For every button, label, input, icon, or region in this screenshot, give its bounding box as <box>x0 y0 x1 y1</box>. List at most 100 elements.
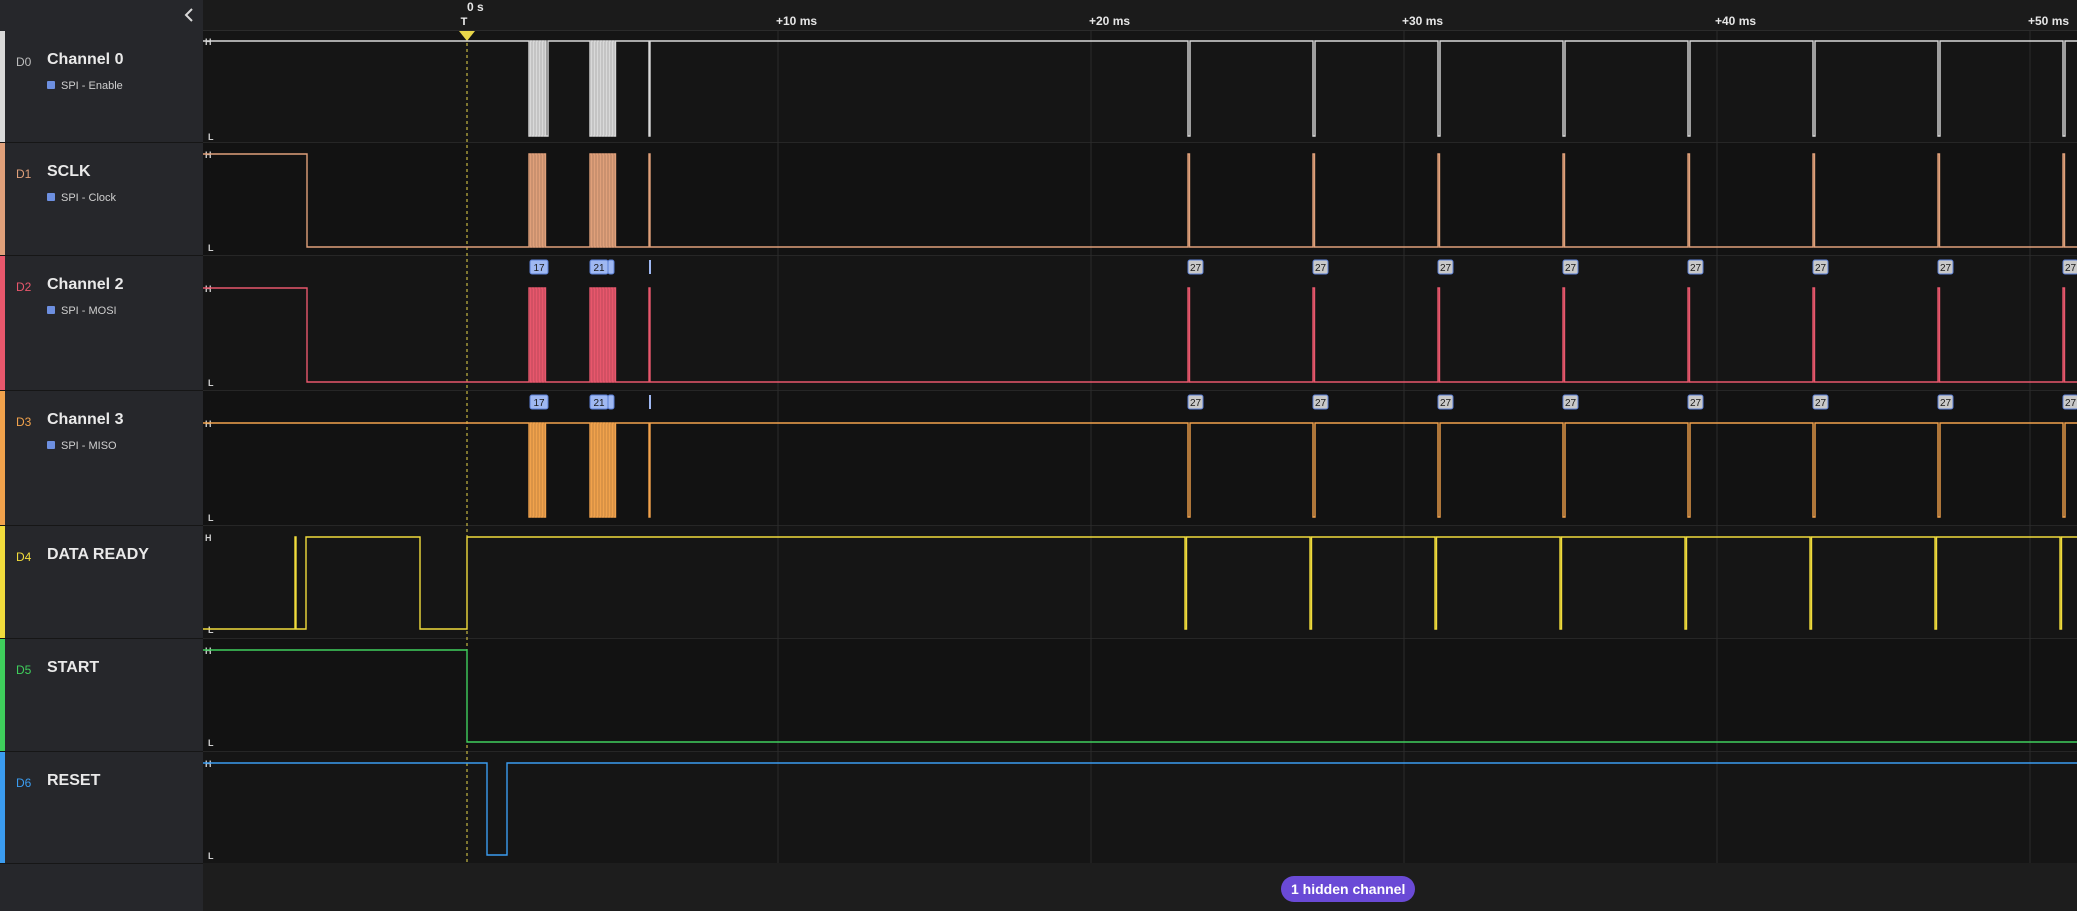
level-high-label: H <box>205 150 212 160</box>
decoded-frame-value: 27 <box>1815 398 1827 409</box>
channel-tag: D2 <box>16 280 32 294</box>
analyzer-text: SPI - Enable <box>61 80 123 92</box>
decoded-frame-value: 27 <box>1440 263 1452 274</box>
decoded-frame-badge <box>607 394 615 410</box>
collapse-sidebar-button[interactable] <box>176 2 202 28</box>
trigger-marker[interactable]: T <box>457 14 471 28</box>
decoded-frame-value: 21 <box>593 263 605 274</box>
waveform-area[interactable]: H L H L H L H L H L H L H L 17 21 27 27 27 27 27 27 27 27 17 21 27… <box>203 31 2077 864</box>
level-high-label: H <box>205 759 212 769</box>
level-low-label: L <box>208 851 214 861</box>
analyzer-color-icon <box>47 193 55 201</box>
channel-name[interactable]: RESET <box>47 772 100 790</box>
channel-name[interactable]: Channel 3 <box>47 411 123 429</box>
time-ruler-svg: 0 s +10 ms +20 ms +30 ms +40 ms +50 ms T <box>203 0 2077 31</box>
channel-lane-3 <box>203 391 2077 526</box>
level-high-label: H <box>205 533 212 543</box>
decoded-frame-value: 27 <box>1315 263 1327 274</box>
channel-color-bar <box>0 143 5 255</box>
waveform-svg: HLHLHLHLHLHLHL17 21 27 27 27 27 27 27 27 2717 21 27… <box>203 31 2077 864</box>
channel-color-bar <box>0 31 5 142</box>
channel-name[interactable]: Channel 0 <box>47 51 123 69</box>
decoded-frame-value: 27 <box>1815 263 1827 274</box>
channel-color-bar <box>0 639 5 751</box>
channel-row-3[interactable]: D3 Channel 3 SPI - MISO <box>0 391 203 526</box>
analyzer-text: SPI - Clock <box>61 192 117 204</box>
channel-row-4[interactable]: D4 DATA READY <box>0 526 203 639</box>
channel-lane-5 <box>203 639 2077 752</box>
channel-lane-2 <box>203 256 2077 391</box>
channel-tag: D5 <box>16 663 32 677</box>
decoded-frame-value: 27 <box>1940 398 1952 409</box>
channel-tag: D0 <box>16 55 32 69</box>
decoded-frame-value: 27 <box>1940 263 1952 274</box>
channel-color-bar <box>0 526 5 638</box>
analyzer-text: SPI - MOSI <box>61 305 117 317</box>
channel-tag: D6 <box>16 776 32 790</box>
channel-row-5[interactable]: D5 START <box>0 639 203 752</box>
decoded-frame-value: 27 <box>1440 398 1452 409</box>
level-low-label: L <box>208 243 214 253</box>
channel-name[interactable]: SCLK <box>47 163 91 181</box>
decoded-frame-value: 27 <box>1690 398 1702 409</box>
level-high-label: H <box>205 646 212 656</box>
decoded-frame-marker <box>649 395 651 409</box>
decoded-frame-badge <box>607 259 615 275</box>
channel-lane-0 <box>203 31 2077 143</box>
channel-row-2[interactable]: D2 Channel 2 SPI - MOSI <box>0 256 203 391</box>
ruler-label-10ms: +10 ms <box>776 14 817 28</box>
analyzer-color-icon <box>47 306 55 314</box>
channel-lane-6 <box>203 752 2077 864</box>
analyzer-text: SPI - MISO <box>61 440 117 452</box>
ruler-label-40ms: +40 ms <box>1715 14 1756 28</box>
chevron-left-icon <box>184 8 193 22</box>
ruler-label-50ms: +50 ms <box>2028 14 2069 28</box>
channel-lane-4 <box>203 526 2077 639</box>
channel-color-bar <box>0 256 5 390</box>
decoded-frame-value: 27 <box>1190 263 1202 274</box>
channel-tag: D3 <box>16 415 32 429</box>
channel-name[interactable]: Channel 2 <box>47 276 123 294</box>
time-ruler[interactable]: 0 s +10 ms +20 ms +30 ms +40 ms +50 ms T <box>203 0 2077 31</box>
decoded-frame-value: 27 <box>1315 398 1327 409</box>
analyzer-label: SPI - MOSI <box>47 305 117 317</box>
level-low-label: L <box>208 378 214 388</box>
channel-color-bar <box>0 391 5 525</box>
hidden-channels-button[interactable]: 1 hidden channel <box>1281 876 1416 902</box>
decoded-frame-value: 27 <box>1190 398 1202 409</box>
decoded-frame-value: 27 <box>1565 398 1577 409</box>
level-high-label: H <box>205 419 212 429</box>
analyzer-color-icon <box>47 81 55 89</box>
channel-color-bar <box>0 752 5 863</box>
analyzer-label: SPI - Enable <box>47 80 123 92</box>
channel-name[interactable]: DATA READY <box>47 546 149 564</box>
channel-row-6[interactable]: D6 RESET <box>0 752 203 864</box>
decoded-frame-value: 27 <box>1565 263 1577 274</box>
level-low-label: L <box>208 132 214 142</box>
channel-lane-1 <box>203 143 2077 256</box>
trigger-marker-label: T <box>461 16 468 28</box>
decoded-frame-value: 27 <box>2065 398 2077 409</box>
level-low-label: L <box>208 738 214 748</box>
analyzer-label: SPI - MISO <box>47 440 117 452</box>
channel-tag: D4 <box>16 550 32 564</box>
analyzer-label: SPI - Clock <box>47 192 116 204</box>
channel-name[interactable]: START <box>47 659 99 677</box>
channel-row-0[interactable]: D0 Channel 0 SPI - Enable <box>0 31 203 143</box>
ruler-label-0: 0 s <box>467 0 484 14</box>
analyzer-color-icon <box>47 441 55 449</box>
level-low-label: L <box>208 625 214 635</box>
ruler-label-20ms: +20 ms <box>1089 14 1130 28</box>
decoded-frame-marker <box>649 260 651 274</box>
decoded-frame-value: 27 <box>2065 263 2077 274</box>
decoded-frame-value: 17 <box>533 263 545 274</box>
level-high-label: H <box>205 284 212 294</box>
level-low-label: L <box>208 513 214 523</box>
decoded-frame-value: 21 <box>593 398 605 409</box>
channel-tag: D1 <box>16 167 32 181</box>
ruler-label-30ms: +30 ms <box>1402 14 1443 28</box>
footer-bar <box>203 863 2077 911</box>
level-high-label: H <box>205 37 212 47</box>
decoded-frame-value: 27 <box>1690 263 1702 274</box>
channel-row-1[interactable]: D1 SCLK SPI - Clock <box>0 143 203 256</box>
